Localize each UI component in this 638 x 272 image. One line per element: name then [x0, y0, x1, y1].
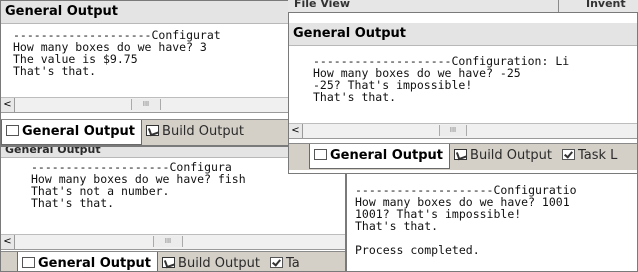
- tab-label: Build Output: [470, 148, 552, 163]
- output-panel-d: --------------------Configuratio How man…: [346, 174, 638, 272]
- console-icon: [22, 257, 35, 268]
- tab-build-output[interactable]: Build Output: [158, 252, 266, 271]
- panel-title: General Output: [1, 1, 291, 24]
- output-line: That's that.: [355, 219, 439, 233]
- scroll-thumb[interactable]: III: [439, 125, 467, 136]
- output-text: --------------------Configuratio How man…: [355, 184, 577, 256]
- scroll-left-arrow-icon[interactable]: <: [289, 124, 303, 138]
- output-text: --------------------Configurat How many …: [13, 29, 221, 77]
- output-line: That's that.: [31, 196, 115, 210]
- tab-task-list[interactable]: Ta: [266, 252, 306, 271]
- horizontal-scrollbar[interactable]: < III: [289, 123, 637, 139]
- output-line: Process completed.: [355, 243, 480, 257]
- tab-label: General Output: [22, 124, 136, 139]
- build-icon: [146, 125, 160, 136]
- scroll-thumb[interactable]: III: [131, 99, 161, 110]
- tab-build-output[interactable]: Build Output: [450, 144, 558, 168]
- tab-label: Task L: [577, 148, 618, 163]
- tab-build-output[interactable]: Build Output: [142, 120, 250, 144]
- output-line: That's that.: [13, 64, 97, 78]
- task-icon: [561, 149, 575, 160]
- tab-label: Build Output: [162, 124, 244, 139]
- output-line: That's that.: [313, 90, 397, 104]
- tab-label: Build Output: [178, 256, 260, 271]
- scroll-thumb[interactable]: III: [153, 236, 183, 247]
- tab-label: General Output: [38, 256, 152, 271]
- build-icon: [454, 149, 468, 160]
- task-icon: [269, 257, 283, 268]
- output-panel-a: General Output --------------------Confi…: [0, 0, 292, 146]
- output-tab-bar: General Output Build Output: [1, 119, 291, 145]
- build-icon: [162, 257, 176, 268]
- horizontal-scrollbar[interactable]: < III: [1, 97, 291, 113]
- output-text: --------------------Configuration: Li Ho…: [313, 55, 569, 103]
- tab-general-output[interactable]: General Output: [1, 120, 143, 145]
- output-tab-bar: General Output Build Output Ta: [1, 251, 345, 271]
- menu-item-inventory[interactable]: Invent: [586, 0, 626, 9]
- output-panel-b: General Output --------------------Confi…: [288, 12, 638, 174]
- output-text: --------------------Configura How many b…: [31, 161, 246, 209]
- console-icon: [6, 125, 19, 136]
- output-tab-bar: General Output Build Output Task L: [289, 143, 637, 170]
- tab-general-output[interactable]: General Output: [17, 252, 159, 271]
- tab-label: General Output: [330, 148, 444, 163]
- scroll-left-arrow-icon[interactable]: <: [1, 235, 15, 249]
- panel-title: General Output: [289, 23, 637, 46]
- scroll-left-arrow-icon[interactable]: <: [1, 98, 15, 112]
- tab-general-output[interactable]: General Output: [309, 144, 451, 169]
- tab-task-list[interactable]: Task L: [558, 144, 623, 168]
- tab-label: Ta: [285, 256, 300, 271]
- menu-item-view[interactable]: File View: [294, 0, 350, 9]
- console-icon: [314, 149, 327, 160]
- horizontal-scrollbar[interactable]: < III: [1, 234, 345, 250]
